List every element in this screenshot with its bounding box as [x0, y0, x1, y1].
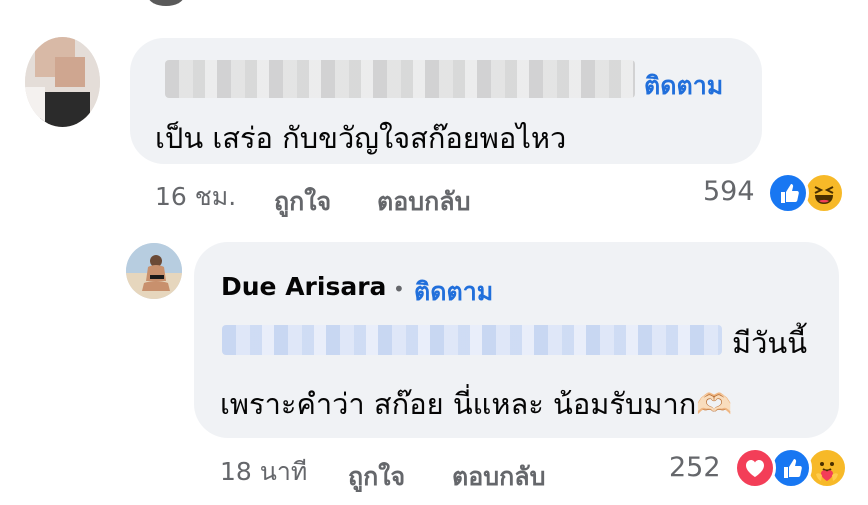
reaction-count[interactable]: 594	[703, 176, 755, 207]
like-button[interactable]: ถูกใจ	[348, 457, 405, 497]
commenter-avatar[interactable]	[25, 37, 100, 127]
follow-link[interactable]: ติดตาม	[644, 66, 723, 106]
haha-icon	[803, 172, 845, 214]
reply-timestamp[interactable]: 18 นาที	[220, 452, 307, 492]
tagged-name-redacted[interactable]	[222, 325, 722, 355]
love-icon	[734, 447, 776, 489]
like-icon	[770, 447, 812, 489]
avatar-blur-block	[40, 92, 90, 127]
previous-avatar-edge	[148, 0, 184, 6]
reply-button[interactable]: ตอบกลับ	[452, 457, 545, 497]
avatar-blur-block	[25, 87, 45, 127]
comment-timestamp[interactable]: 16 ชม.	[155, 177, 236, 217]
reply-author-avatar[interactable]	[126, 243, 182, 299]
like-button[interactable]: ถูกใจ	[274, 182, 331, 222]
separator-dot: •	[393, 277, 405, 301]
commenter-name-redacted[interactable]	[165, 60, 635, 98]
reply-button[interactable]: ตอบกลับ	[377, 182, 470, 222]
avatar-blur-block	[55, 57, 85, 87]
reaction-count[interactable]: 252	[669, 452, 721, 483]
reply-text-line2: เพราะคำว่า สก๊อย นี่แหละ น้อมรับมาก🫶🏻	[220, 387, 733, 421]
reply-author-name[interactable]: Due Arisara	[221, 272, 386, 301]
care-icon	[806, 447, 848, 489]
reply-text-line1: มีวันนี้	[732, 326, 808, 360]
follow-link[interactable]: ติดตาม	[414, 272, 493, 312]
like-icon	[767, 172, 809, 214]
comment-text: เป็น เสร่อ กับขวัญใจสก๊อยพอไหว	[155, 121, 567, 155]
